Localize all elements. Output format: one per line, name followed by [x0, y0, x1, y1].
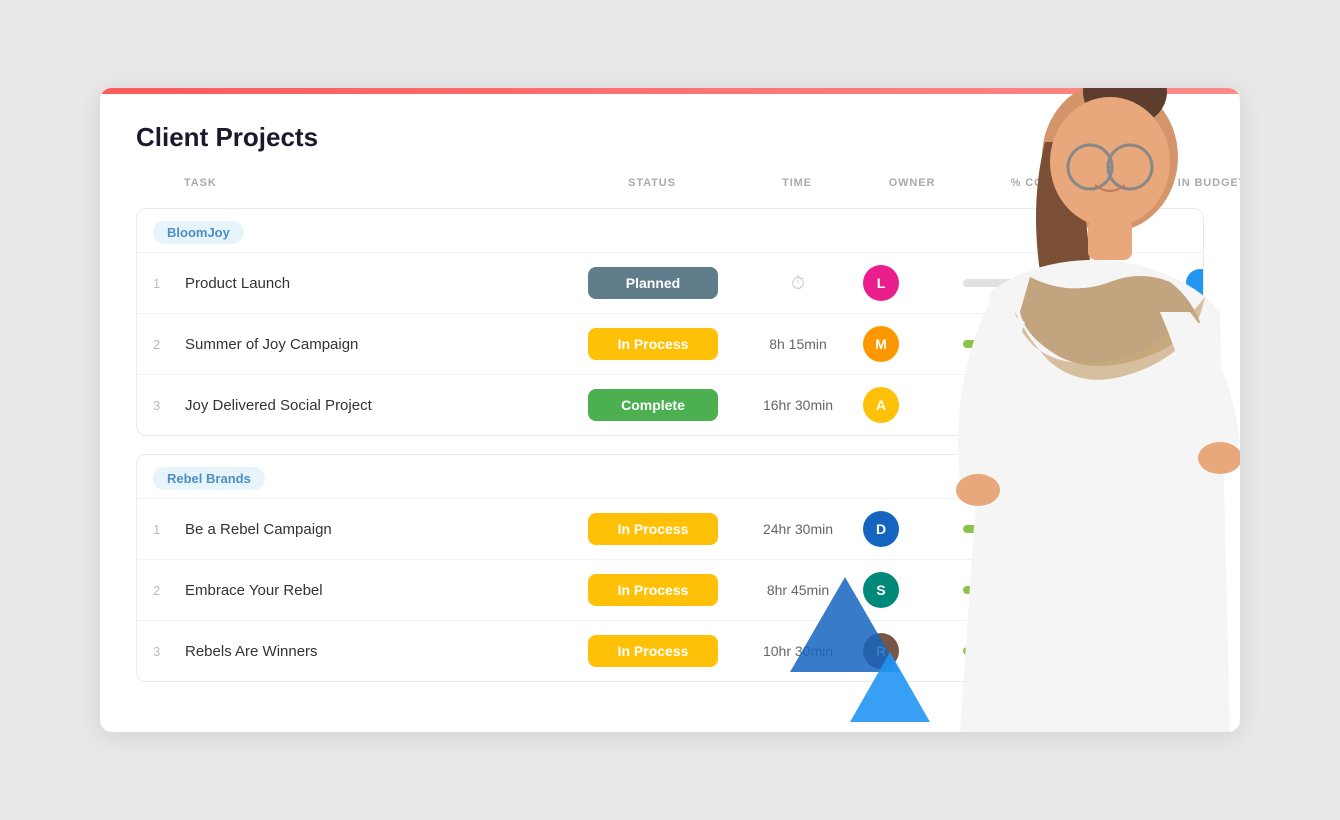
task-num: 3 — [153, 398, 173, 413]
table-row: 3 Rebels Are Winners In Process 10hr 30m… — [137, 620, 1203, 681]
budget-cell[interactable] — [1143, 391, 1204, 419]
task-num: 3 — [153, 644, 173, 659]
progress-cell — [963, 340, 1143, 348]
col-budget: IN BUDGET — [1142, 177, 1240, 198]
table-row: 2 Embrace Your Rebel In Process 8hr 45mi… — [137, 559, 1203, 620]
budget-toggle[interactable] — [1186, 391, 1204, 419]
time-cell: ⏱ — [733, 273, 863, 294]
col-owner: OWNER — [862, 177, 962, 198]
status-cell: Planned — [573, 267, 733, 299]
table-header: TASK STATUS TIME OWNER % COMPLETE IN BUD… — [136, 177, 1204, 198]
budget-cell[interactable] — [1143, 576, 1204, 604]
progress-cell — [963, 647, 1143, 655]
toggle-thumb — [1189, 394, 1204, 416]
progress-bar-fill — [963, 401, 1074, 409]
time-cell: 16hr 30min — [733, 397, 863, 413]
avatar: A — [863, 387, 899, 423]
task-name: Embrace Your Rebel — [185, 582, 323, 599]
col-task: TASK — [152, 177, 572, 198]
page-title: Client Projects — [136, 122, 1204, 153]
progress-bar-bg — [963, 525, 1093, 533]
task-num: 1 — [153, 276, 173, 291]
table-row: 3 Joy Delivered Social Project Complete … — [137, 374, 1203, 435]
status-cell: In Process — [573, 328, 733, 360]
task-num: 1 — [153, 522, 173, 537]
time-value: 8h 15min — [769, 336, 827, 352]
status-badge[interactable]: Planned — [588, 267, 718, 299]
status-badge[interactable]: In Process — [588, 328, 718, 360]
time-cell: 24hr 30min — [733, 521, 863, 537]
task-name-cell: 2 Embrace Your Rebel — [153, 582, 573, 599]
task-name-cell: 1 Product Launch — [153, 275, 573, 292]
avatar: L — [863, 265, 899, 301]
avatar: M — [863, 326, 899, 362]
task-num: 2 — [153, 337, 173, 352]
status-cell: In Process — [573, 513, 733, 545]
table-row: 1 Product Launch Planned ⏱ L — [137, 252, 1203, 313]
card-content: Client Projects TASK STATUS TIME OWNER %… — [100, 94, 1240, 712]
task-name: Be a Rebel Campaign — [185, 521, 332, 538]
status-cell: Complete — [573, 389, 733, 421]
status-badge[interactable]: In Process — [588, 635, 718, 667]
task-name-cell: 3 Rebels Are Winners — [153, 643, 573, 660]
status-badge[interactable]: In Process — [588, 574, 718, 606]
progress-cell — [963, 279, 1143, 287]
progress-bar-bg — [963, 401, 1093, 409]
task-name-cell: 2 Summer of Joy Campaign — [153, 336, 573, 353]
progress-bar-fill — [963, 647, 989, 655]
owner-cell: M — [863, 326, 963, 362]
budget-toggle[interactable] — [1186, 515, 1204, 543]
time-cell: 8h 15min — [733, 336, 863, 352]
group-label-bloomjoy: BloomJoy — [153, 221, 244, 244]
progress-bar-bg — [963, 586, 1093, 594]
budget-cell[interactable] — [1143, 515, 1204, 543]
task-name: Rebels Are Winners — [185, 643, 318, 660]
progress-cell — [963, 525, 1143, 533]
col-complete: % COMPLETE — [962, 177, 1142, 198]
col-status: STATUS — [572, 177, 732, 198]
progress-bar-bg — [963, 279, 1093, 287]
progress-bar-bg — [963, 647, 1093, 655]
progress-bar-fill — [963, 525, 1002, 533]
owner-cell: D — [863, 511, 963, 547]
group-bloomjoy: BloomJoy 1 Product Launch Planned ⏱ L — [136, 208, 1204, 436]
group-label-row-bloomjoy: BloomJoy — [137, 209, 1203, 252]
group-label-row-rebel: Rebel Brands — [137, 455, 1203, 498]
owner-cell: L — [863, 265, 963, 301]
status-badge[interactable]: Complete — [588, 389, 718, 421]
task-name: Summer of Joy Campaign — [185, 336, 358, 353]
progress-cell — [963, 401, 1143, 409]
budget-cell[interactable] — [1143, 269, 1204, 297]
col-time: TIME — [732, 177, 862, 198]
status-cell: In Process — [573, 635, 733, 667]
status-badge[interactable]: In Process — [588, 513, 718, 545]
budget-toggle[interactable] — [1186, 576, 1204, 604]
avatar: D — [863, 511, 899, 547]
status-cell: In Process — [573, 574, 733, 606]
time-value: 24hr 30min — [763, 521, 833, 537]
task-name: Product Launch — [185, 275, 290, 292]
main-card: Client Projects TASK STATUS TIME OWNER %… — [100, 88, 1240, 732]
table-row: 2 Summer of Joy Campaign In Process 8h 1… — [137, 313, 1203, 374]
group-rebel-brands: Rebel Brands 1 Be a Rebel Campaign In Pr… — [136, 454, 1204, 682]
budget-toggle[interactable] — [1186, 330, 1204, 358]
group-label-rebel: Rebel Brands — [153, 467, 265, 490]
owner-cell: A — [863, 387, 963, 423]
budget-toggle[interactable] — [1186, 637, 1204, 665]
budget-toggle[interactable] — [1186, 269, 1204, 297]
budget-cell[interactable] — [1143, 330, 1204, 358]
task-name-cell: 3 Joy Delivered Social Project — [153, 397, 573, 414]
task-num: 2 — [153, 583, 173, 598]
progress-bar-bg — [963, 340, 1093, 348]
table-row: 1 Be a Rebel Campaign In Process 24hr 30… — [137, 498, 1203, 559]
progress-bar-fill — [963, 586, 983, 594]
time-value: 16hr 30min — [763, 397, 833, 413]
clock-icon: ⏱ — [791, 273, 805, 294]
task-name: Joy Delivered Social Project — [185, 397, 372, 414]
progress-bar-fill — [963, 340, 1002, 348]
progress-cell — [963, 586, 1143, 594]
decoration-triangle-light — [850, 652, 930, 722]
task-name-cell: 1 Be a Rebel Campaign — [153, 521, 573, 538]
